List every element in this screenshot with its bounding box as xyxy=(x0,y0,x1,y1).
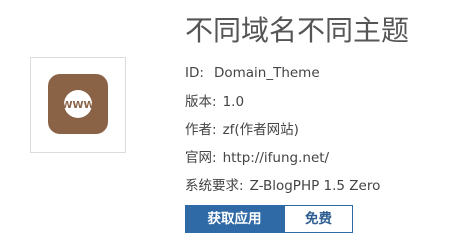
version-value: 1.0 xyxy=(222,94,245,110)
price-badge: 免费 xyxy=(284,205,353,233)
get-app-button[interactable]: 获取应用 xyxy=(185,205,284,233)
page-title: 不同域名不同主题 xyxy=(185,14,410,47)
id-label: ID: xyxy=(185,65,204,81)
info-author-row: 作者: zf(作者网站) xyxy=(185,119,299,141)
author-label: 作者: xyxy=(185,122,217,138)
info-requirement-row: 系统要求: Z-BlogPHP 1.5 Zero xyxy=(185,175,380,197)
app-thumbnail: WWW xyxy=(30,57,126,153)
info-site-row: 官网: http://ifung.net/ xyxy=(185,147,329,169)
site-label: 官网: xyxy=(185,150,217,166)
info-id-row: ID: Domain_Theme xyxy=(185,62,320,84)
version-label: 版本: xyxy=(185,94,217,110)
author-link[interactable]: zf(作者网站) xyxy=(223,122,299,138)
site-link[interactable]: http://ifung.net/ xyxy=(223,150,330,166)
www-icon-text: WWW xyxy=(61,100,94,111)
requirement-value: Z-BlogPHP 1.5 Zero xyxy=(249,178,381,194)
requirement-label: 系统要求: xyxy=(185,178,244,194)
www-globe-icon: WWW xyxy=(48,74,108,134)
id-value: Domain_Theme xyxy=(213,65,320,81)
info-version-row: 版本: 1.0 xyxy=(185,91,244,113)
